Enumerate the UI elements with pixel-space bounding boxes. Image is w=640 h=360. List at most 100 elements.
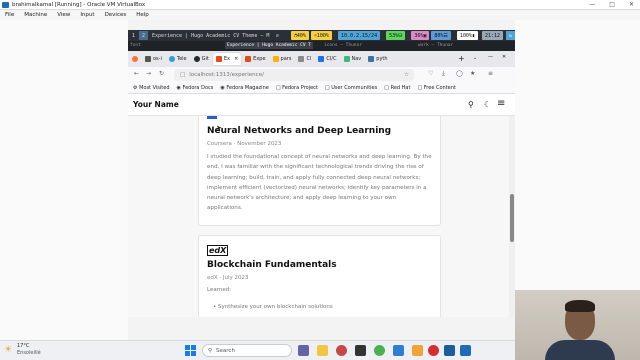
pinned-app-icon[interactable] (444, 345, 455, 356)
webcam-person-hair (565, 300, 595, 312)
list-tabs-icon[interactable]: ⌄ (473, 55, 477, 61)
vue-icon (343, 56, 350, 62)
tab-3[interactable]: Git (191, 53, 212, 65)
card-bullet-text: Synthesize your own blockchain solutions (218, 304, 333, 310)
search-icon[interactable]: ⚲ (468, 100, 474, 109)
eye-icon: ⊘ (275, 32, 279, 39)
extensions-icon[interactable]: ★ (470, 70, 475, 77)
tab-label: Ex (223, 56, 230, 62)
bookmark-fedora-docs[interactable]: ◉ Fedora Docs (177, 85, 214, 91)
hamburger-menu-icon[interactable]: ≡ (497, 98, 505, 109)
bookmark-fedora-magazine[interactable]: ◉ Fedora Magazine (220, 85, 268, 91)
weather-desc: Ensoleillé (17, 350, 41, 356)
brightness-value: 100% (316, 32, 329, 39)
window-item-firefox[interactable]: Experience | Hugo Academic CV T (225, 42, 313, 49)
experience-card: Neural Networks and Deep Learning Course… (198, 116, 441, 226)
tab-label: CI/C (326, 56, 337, 62)
vbox-bottom-strip (128, 317, 515, 340)
menu-input[interactable]: Input (80, 12, 94, 18)
bookmark-fedora-project[interactable]: □ Fedora Project (276, 85, 318, 91)
virtualbox-icon[interactable] (460, 345, 471, 356)
start-button[interactable] (185, 345, 196, 356)
pinned-app-icon[interactable] (355, 345, 366, 356)
bookmark-most-visited[interactable]: ⚙ Most Visited (133, 85, 170, 91)
webcam-overlay (515, 290, 640, 360)
tab-firefox-view[interactable] (129, 53, 141, 65)
forward-icon[interactable]: → (146, 70, 151, 77)
file-explorer-icon[interactable] (317, 345, 328, 356)
workspace-2[interactable]: 2 (138, 31, 148, 40)
tab-2[interactable]: Tele (166, 53, 190, 65)
account-icon[interactable]: ◯ (456, 70, 463, 77)
experience-card: edX Blockchain Fundamentals edX · July 2… (198, 235, 441, 317)
window-item-thunar-icons[interactable]: icons — Thunar (324, 43, 362, 48)
menu-devices[interactable]: Devices (105, 12, 127, 18)
tab-8[interactable]: CI/C (315, 53, 339, 65)
tab-close-icon[interactable]: × (234, 56, 238, 62)
theme-toggle-icon[interactable]: ☾ (484, 100, 491, 109)
tab-10[interactable]: pyth (365, 53, 390, 65)
bookmark-red-hat[interactable]: □ Red Hat (384, 85, 410, 91)
pinned-app-icon[interactable] (393, 345, 404, 356)
card-title[interactable]: Blockchain Fundamentals (207, 260, 337, 270)
battery-indicator: 100% ▮ (456, 31, 478, 40)
weather-icon: ☀ (4, 345, 13, 355)
taskbar-search[interactable]: ⚲ Search (202, 344, 292, 357)
bookmark-free-content[interactable]: □ Free Content (417, 85, 455, 91)
workspace-1[interactable]: 1 (129, 31, 138, 40)
tab-label: Cl (306, 56, 312, 62)
menu-machine[interactable]: Machine (24, 12, 47, 18)
pinned-app-icon[interactable] (412, 345, 423, 356)
bookmark-label: Fedora Magazine (226, 85, 269, 91)
app-menu-icon[interactable]: ≡ (488, 70, 493, 77)
back-icon[interactable]: ← (134, 70, 139, 77)
menu-file[interactable]: File (5, 12, 14, 18)
window-item-font[interactable]: font (130, 43, 141, 48)
tab-5[interactable]: Expe (242, 53, 268, 65)
opera-icon[interactable] (428, 345, 439, 356)
memory-value: 80% (434, 32, 444, 39)
pinned-app-icon[interactable] (336, 345, 347, 356)
minimize-window-icon[interactable]: — (488, 54, 493, 60)
ip-indicator: 10.0.2.15/24 (337, 31, 381, 40)
bookmark-user-communities[interactable]: □ User Communities (325, 85, 377, 91)
downloads-icon[interactable]: ⤓ (442, 70, 445, 78)
vbox-left-margin (0, 20, 128, 340)
focused-window-title: Experience | Hugo Academic CV Theme — M (151, 32, 270, 39)
minimize-icon[interactable]: — (589, 1, 595, 8)
bookmark-star-icon[interactable]: ☆ (404, 72, 409, 78)
pocket-icon[interactable]: ♡ (428, 70, 433, 77)
close-window-icon[interactable]: ✕ (502, 54, 506, 60)
new-tab-icon[interactable]: + (458, 54, 465, 63)
menu-view[interactable]: View (57, 12, 70, 18)
bookmark-label: Fedora Project (282, 85, 318, 91)
tab-7[interactable]: Cl (295, 53, 314, 65)
chrome-icon[interactable] (374, 345, 385, 356)
firefox-navbar: ← → ↻ □ localhost:1313/experience/ ☆ ♡ ⤓… (128, 67, 515, 83)
teams-icon[interactable] (298, 345, 309, 356)
volume-indicator[interactable]: ♬ 40% (290, 31, 309, 40)
python-icon (368, 56, 375, 62)
tab-6[interactable]: pars (270, 53, 295, 65)
url-bar[interactable]: □ localhost:1313/experience/ ☆ (174, 69, 414, 81)
card-title[interactable]: Neural Networks and Deep Learning (207, 126, 391, 136)
window-item-thunar-work[interactable]: work — Thunar (418, 43, 453, 48)
power-icon[interactable]: ↻ (506, 31, 515, 40)
volume-value: 40% (296, 32, 306, 39)
tab-9[interactable]: Nav (341, 53, 365, 65)
menu-help[interactable]: Help (136, 12, 149, 18)
bookmark-label: User Communities (331, 85, 378, 91)
scrollbar-thumb[interactable] (510, 194, 514, 242)
maximize-icon[interactable]: □ (609, 1, 615, 8)
site-brand[interactable]: Your Name (133, 100, 179, 109)
weather-temp[interactable]: 17°C (17, 343, 29, 349)
page-scrollbar[interactable] (509, 116, 515, 317)
guest-top-strip (128, 20, 515, 30)
bookmarks-toolbar: ⚙ Most Visited ◉ Fedora Docs ◉ Fedora Ma… (128, 83, 515, 94)
github-icon (193, 56, 200, 62)
reload-icon[interactable]: ↻ (159, 70, 164, 77)
tab-label: Tele (176, 56, 187, 62)
tab-1[interactable]: os-i (142, 53, 165, 65)
tab-4-active[interactable]: Ex × (212, 53, 242, 65)
close-icon[interactable]: ✕ (629, 1, 634, 8)
